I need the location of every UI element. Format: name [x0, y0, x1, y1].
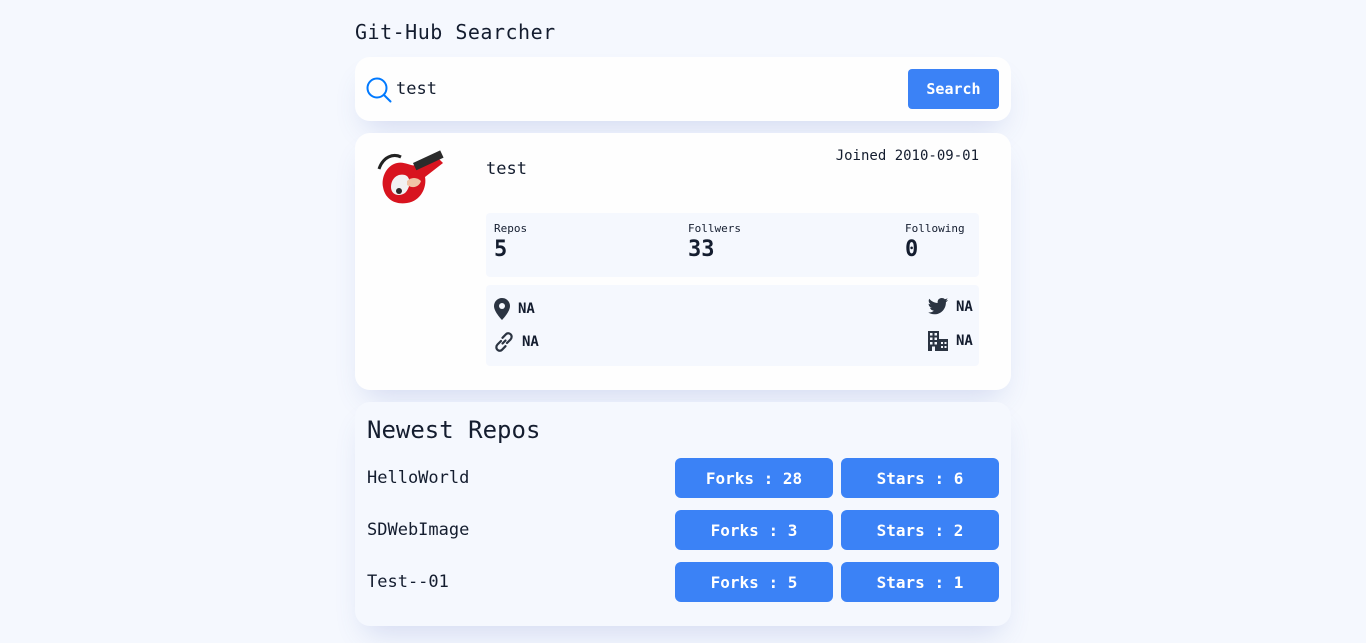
repo-stars-button[interactable]: Stars : 6 [841, 458, 999, 498]
repo-stars-button[interactable]: Stars : 2 [841, 510, 999, 550]
app-title: Git-Hub Searcher [355, 20, 556, 44]
stat-followers-label: Follwers [688, 222, 741, 235]
stat-followers: Follwers 33 [688, 222, 741, 262]
website-text: NA [522, 334, 539, 350]
twitter-icon [928, 298, 948, 315]
repo-row: HelloWorld Forks : 28 Stars : 6 [367, 458, 999, 498]
search-icon [366, 77, 392, 103]
repo-stars-button[interactable]: Stars : 1 [841, 562, 999, 602]
repo-name[interactable]: SDWebImage [367, 520, 469, 540]
stat-following: Following 0 [905, 222, 965, 262]
username: test [486, 159, 527, 179]
joined-date: Joined 2010-09-01 [835, 148, 979, 164]
stat-repos: Repos 5 [494, 222, 527, 262]
location-text: NA [518, 301, 535, 317]
company-text: NA [956, 333, 973, 349]
stats-box: Repos 5 Follwers 33 Following 0 [486, 213, 979, 277]
repo-name[interactable]: HelloWorld [367, 468, 469, 488]
stat-repos-value: 5 [494, 237, 508, 262]
repo-forks-button[interactable]: Forks : 3 [675, 510, 833, 550]
repos-title: Newest Repos [367, 416, 541, 444]
repos-card: Newest Repos HelloWorld Forks : 28 Stars… [355, 402, 1011, 626]
stat-following-value: 0 [905, 237, 919, 262]
twitter-link[interactable]: NA [928, 298, 973, 315]
company-icon [928, 331, 948, 351]
search-bar: Search [355, 57, 1011, 121]
repo-row: Test--01 Forks : 5 Stars : 1 [367, 562, 999, 602]
stat-following-label: Following [905, 222, 965, 235]
links-box: NA NA NA NA [486, 285, 979, 366]
stat-repos-label: Repos [494, 222, 528, 235]
search-input[interactable] [396, 75, 896, 103]
company-link: NA [928, 331, 973, 351]
profile-card: test Joined 2010-09-01 Repos 5 Follwers … [355, 133, 1011, 390]
repo-name[interactable]: Test--01 [367, 572, 449, 592]
website-link[interactable]: NA [494, 332, 539, 352]
search-button[interactable]: Search [908, 69, 999, 109]
repo-forks-button[interactable]: Forks : 5 [675, 562, 833, 602]
twitter-text: NA [956, 298, 973, 315]
repo-row: SDWebImage Forks : 3 Stars : 2 [367, 510, 999, 550]
repo-forks-button[interactable]: Forks : 28 [675, 458, 833, 498]
stat-followers-value: 33 [688, 237, 715, 262]
avatar [377, 150, 444, 204]
link-icon [495, 332, 513, 352]
location-icon [494, 298, 510, 320]
location-link: NA [494, 298, 535, 320]
